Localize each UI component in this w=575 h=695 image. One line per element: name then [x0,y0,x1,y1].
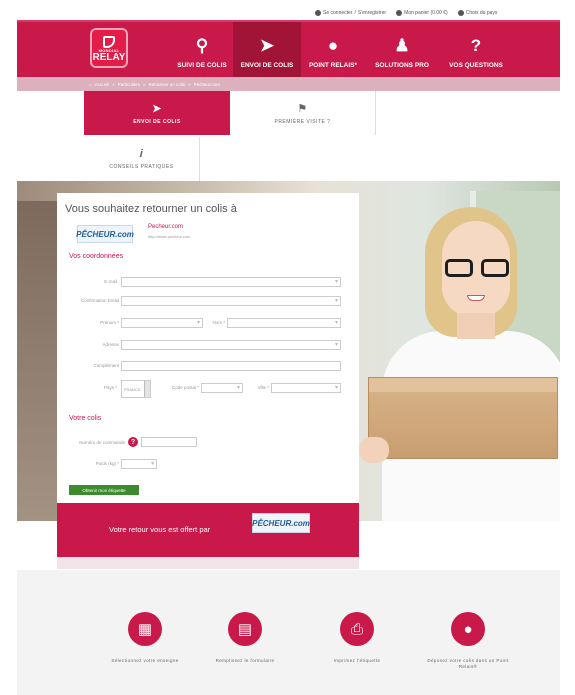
merchant-name[interactable]: Pecheur.com [148,224,183,230]
map-pin-icon: ● [451,612,485,646]
country-selector[interactable]: Choix du pays [457,10,497,16]
tab-label: CONSEILS PRATIQUES [109,164,174,170]
woman-hand [359,437,389,463]
spinner-icon[interactable] [144,381,150,397]
map-pin-icon: ● [327,36,339,55]
clipboard-icon: ▤ [228,612,262,646]
nav-envoi-de-colis[interactable]: ➤ ENVOI DE COLIS [233,22,301,79]
tab-premiere-visite[interactable]: ⚑ PREMIÈRE VISITE ? [230,91,376,135]
complement-label: Complément [93,363,119,368]
cart-icon [396,10,403,16]
step-label: Sélectionnez votre enseigne [111,658,179,663]
tab-label: ENVOI DE COLIS [133,118,181,125]
form-title: Vous souhaitez retourner un colis à [65,203,237,215]
nav-label: POINT RELAIS* [308,62,358,69]
paper-plane-icon: ➤ [259,36,275,55]
info-icon: i [139,148,144,160]
coords-section-title: Vos coordonnées [69,253,124,260]
complement-field[interactable] [121,361,341,371]
country-value: FRANCE [124,387,141,392]
city-field[interactable] [271,383,341,393]
step-select-merchant: ▦ Sélectionnez votre enseigne [100,612,190,664]
merchant-logo: PÊCHEUR.com [76,225,134,243]
email-label: E-mail [104,279,117,284]
breadcrumb: ⌂ Accueil» Particuliers» Retourner un co… [17,77,560,91]
city-label: Ville * [257,385,269,390]
logo-text-big: RELAY [92,52,126,63]
merchant-url[interactable]: http://www.pecheur.com [148,234,190,239]
breadcrumb-item[interactable]: Accueil [95,82,110,87]
business-person-icon: ♟ [394,36,410,55]
nav-label: ENVOI DE COLIS [240,62,294,69]
weight-select[interactable] [121,459,157,469]
woman-neck [457,313,495,339]
address-label: Adresse [102,342,119,347]
colis-section-title: Votre colis [69,415,102,422]
help-icon[interactable]: ? [128,437,138,447]
step-fill-form: ▤ Remplissez le formulaire [200,612,290,664]
nav-solutions-pro[interactable]: ♟ SOLUTIONS PRO [369,22,435,79]
cart-link[interactable]: Mon panier (0.00 €) [396,10,448,16]
question-mark-icon: ? [470,36,482,55]
mondial-relay-logo[interactable]: MONDIAL RELAY [90,28,128,68]
nav-vos-questions[interactable]: ? VOS QUESTIONS [441,22,511,79]
address-field[interactable] [121,340,341,350]
step-drop-parcel: ● Déposez votre colis dans un Point Rela… [423,612,513,670]
step-print-label: ⎙ Imprimez l'étiquette [312,612,402,664]
sub-tabs: ➤ ENVOI DE COLIS ⚑ PREMIÈRE VISITE ? i C… [17,91,560,181]
step-label: Imprimez l'étiquette [333,658,381,663]
paper-plane-icon: ➤ [152,102,162,115]
promo-text: Votre retour vous est offert par [109,525,211,534]
country-label: Pays * [103,385,117,390]
breadcrumb-item: Pêcheur.com [193,81,220,87]
storefront-icon: ▦ [128,612,162,646]
promo-merchant-logo: PÊCHEUR.com [252,513,310,533]
printer-icon: ⎙ [340,612,374,646]
order-number-field[interactable] [141,437,197,447]
order-number-label: Numéro de commande [79,440,125,445]
nav-label: SOLUTIONS PRO [375,62,429,69]
firstname-field[interactable] [121,318,203,328]
tab-envoi-de-colis[interactable]: ➤ ENVOI DE COLIS [84,91,230,135]
nav-label: VOS QUESTIONS [449,62,503,69]
tab-label: PREMIÈRE VISITE ? [274,118,331,125]
firstname-label: Prénom * [100,320,119,325]
search-icon: ⚲ [195,36,209,55]
weight-label: Poids (kg) * [95,461,119,466]
breadcrumb-home-icon[interactable]: ⌂ [89,82,92,87]
logo-mark-icon [103,36,115,48]
country-select[interactable]: FRANCE [121,380,151,398]
return-form-panel: Vous souhaitez retourner un colis à PÊCH… [57,193,359,503]
steps-section: ▦ Sélectionnez votre enseigne ▤ Rempliss… [17,570,560,695]
postcode-field[interactable] [201,383,243,393]
lastname-field[interactable] [227,318,341,328]
parcel-box [368,377,558,459]
email-confirm-field[interactable] [121,296,341,306]
postcode-label: Code postal * [171,385,199,390]
login-link[interactable]: Se connecter / S'enregistrer [315,10,386,16]
globe-icon [457,10,464,16]
nav-point-relais[interactable]: ● POINT RELAIS* [303,22,363,79]
tab-conseils-pratiques[interactable]: i CONSEILS PRATIQUES [84,137,200,181]
glasses-icon [445,259,511,277]
nav-label: SUIVI DE COLIS [177,62,227,69]
step-label: Déposez votre colis dans un Point Relais… [427,658,509,669]
breadcrumb-item[interactable]: Particuliers [118,82,140,87]
step-label: Remplissez le formulaire [215,658,275,663]
email-field[interactable] [121,277,341,287]
top-utility-links: Se connecter / S'enregistrer Mon panier … [315,6,497,20]
nav-suivi-de-colis[interactable]: ⚲ SUIVI DE COLIS [167,22,237,79]
user-icon [315,10,321,16]
background-shelf [17,201,57,521]
get-label-button[interactable]: Obtenir mon étiquette [69,485,139,495]
flag-icon: ⚑ [297,102,308,115]
promo-banner: Votre retour vous est offert par [57,503,359,557]
email-confirm-label: Confirmation Email [80,298,119,303]
breadcrumb-item[interactable]: Retourner un colis [149,82,186,87]
promo-footer-strip [57,557,359,569]
main-navbar: MONDIAL RELAY ⚲ SUIVI DE COLIS ➤ ENVOI D… [17,20,560,79]
lastname-label: Nom * [212,320,225,325]
